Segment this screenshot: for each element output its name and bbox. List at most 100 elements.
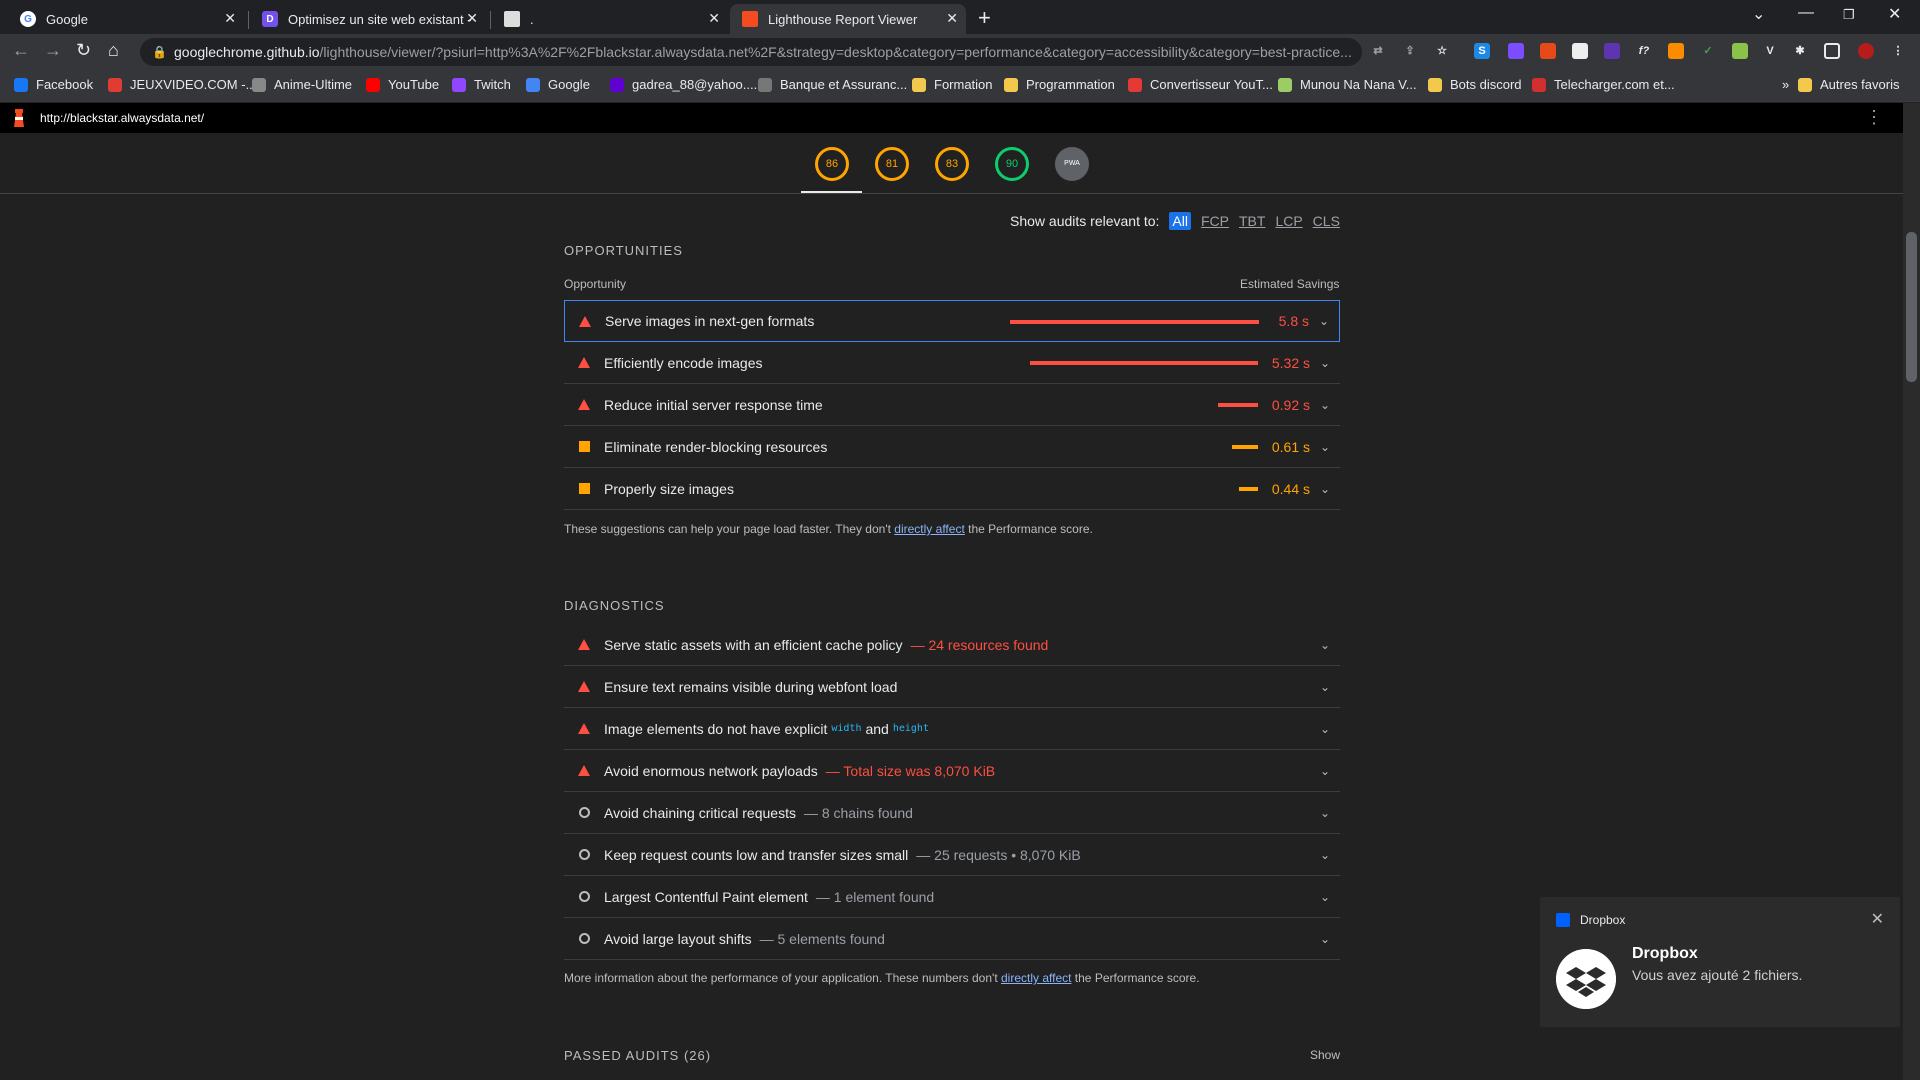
forward-button[interactable]: → xyxy=(44,40,62,61)
chevron-down-icon[interactable]: ⌄ xyxy=(1320,848,1330,862)
chevron-down-icon[interactable]: ⌄ xyxy=(1320,764,1330,778)
bookmark-item[interactable]: Convertisseur YouT... xyxy=(1128,77,1273,92)
close-tab-icon[interactable]: ✕ xyxy=(708,10,720,27)
chevron-down-icon[interactable]: ⌄ xyxy=(1320,482,1330,496)
scrollbar-thumb[interactable] xyxy=(1906,232,1917,382)
side-panel-icon[interactable] xyxy=(1824,43,1840,59)
chevron-down-icon[interactable]: ⌄ xyxy=(1320,806,1330,820)
other-bookmarks[interactable]: Autres favoris xyxy=(1798,77,1899,92)
diagnostic-row[interactable]: Serve static assets with an efficient ca… xyxy=(564,624,1340,666)
extension-f-icon[interactable]: f? xyxy=(1636,43,1652,59)
diagnostic-row[interactable]: Largest Contentful Paint element — 1 elem… xyxy=(564,876,1340,918)
minimize-button[interactable]: — xyxy=(1798,4,1814,22)
chevron-down-icon[interactable]: ⌄ xyxy=(1320,638,1330,652)
score-gauge[interactable]: 83 xyxy=(935,147,969,181)
extension-lighthouse-icon[interactable] xyxy=(1540,43,1556,59)
pwa-gauge[interactable]: PWA xyxy=(1055,147,1089,181)
diagnostic-row[interactable]: Image elements do not have explicit width… xyxy=(564,708,1340,750)
filter-all[interactable]: All xyxy=(1169,212,1191,230)
bookmark-star-icon[interactable]: ☆ xyxy=(1434,43,1450,59)
close-tab-icon[interactable]: ✕ xyxy=(946,10,958,27)
bookmarks-overflow-button[interactable]: » xyxy=(1782,77,1789,92)
extension-check-icon[interactable]: ✓ xyxy=(1700,43,1716,59)
dropbox-notification[interactable]: Dropbox ✕ Dropbox Vous avez ajouté 2 fic… xyxy=(1540,897,1900,1027)
chevron-down-icon[interactable]: ⌄ xyxy=(1320,680,1330,694)
diagnostic-row[interactable]: Avoid large layout shifts — 5 elements fo… xyxy=(564,918,1340,960)
chevron-down-icon[interactable]: ⌄ xyxy=(1320,440,1330,454)
show-passed-audits-button[interactable]: Show xyxy=(1310,1048,1340,1062)
diagnostic-row[interactable]: Avoid enormous network payloads — Total s… xyxy=(564,750,1340,792)
opportunity-row[interactable]: Serve images in next-gen formats 5.8 s ⌄ xyxy=(564,300,1340,342)
bookmark-item[interactable]: Twitch xyxy=(452,77,511,92)
tab-search-icon[interactable]: ⌄ xyxy=(1752,4,1765,24)
close-notification-icon[interactable]: ✕ xyxy=(1871,909,1884,929)
bookmark-item[interactable]: Google xyxy=(526,77,590,92)
extensions-puzzle-icon[interactable]: ✱ xyxy=(1792,43,1808,59)
bookmark-item[interactable]: Munou Na Nana V... xyxy=(1278,77,1417,92)
filter-tbt[interactable]: TBT xyxy=(1239,213,1265,229)
restore-button[interactable]: ❐ xyxy=(1843,7,1855,23)
note-text: the Performance score. xyxy=(964,522,1093,536)
home-button[interactable]: ⌂ xyxy=(108,40,119,61)
extension-pen-icon[interactable] xyxy=(1508,43,1524,59)
bookmark-item[interactable]: gadrea_88@yahoo.... xyxy=(610,77,757,92)
extension-green-icon[interactable] xyxy=(1732,43,1748,59)
tab-openclassrooms[interactable]: D Optimisez un site web existant - ✕ xyxy=(250,4,486,34)
report-menu-icon[interactable]: ⋮ xyxy=(1865,107,1883,128)
tab-lighthouse[interactable]: Lighthouse Report Viewer ✕ xyxy=(730,4,966,34)
chevron-down-icon[interactable]: ⌄ xyxy=(1320,356,1330,370)
bookmark-item[interactable]: YouTube xyxy=(366,77,439,92)
diagnostic-row[interactable]: Ensure text remains visible during webfo… xyxy=(564,666,1340,708)
opportunity-row[interactable]: Eliminate render-blocking resources 0.61 … xyxy=(564,426,1340,468)
close-tab-icon[interactable]: ✕ xyxy=(224,10,236,27)
chevron-down-icon[interactable]: ⌄ xyxy=(1320,932,1330,946)
extension-card-icon[interactable] xyxy=(1572,43,1588,59)
close-tab-icon[interactable]: ✕ xyxy=(466,10,478,27)
opportunity-row[interactable]: Efficiently encode images 5.32 s ⌄ xyxy=(564,342,1340,384)
menu-kebab-icon[interactable]: ⋮ xyxy=(1890,43,1906,59)
bookmark-icon xyxy=(108,77,122,92)
avatar[interactable] xyxy=(1858,43,1874,59)
filter-cls[interactable]: CLS xyxy=(1313,213,1340,229)
new-tab-button[interactable]: + xyxy=(978,5,991,31)
translate-icon[interactable]: ⇄ xyxy=(1370,43,1386,59)
extension-honey-icon[interactable] xyxy=(1668,43,1684,59)
tab-google[interactable]: G Google ✕ xyxy=(8,4,244,34)
share-icon[interactable]: ⇪ xyxy=(1402,43,1418,59)
bookmark-item[interactable]: JEUXVIDEO.COM -... xyxy=(108,77,256,92)
tab-title: Google xyxy=(46,11,88,27)
opportunity-row[interactable]: Reduce initial server response time 0.92 … xyxy=(564,384,1340,426)
extension-badge-icon[interactable] xyxy=(1604,43,1620,59)
diagnostic-row[interactable]: Avoid chaining critical requests — 8 chai… xyxy=(564,792,1340,834)
opportunity-row[interactable]: Properly size images 0.44 s ⌄ xyxy=(564,468,1340,510)
chevron-down-icon[interactable]: ⌄ xyxy=(1320,722,1330,736)
score-gauge[interactable]: 81 xyxy=(875,147,909,181)
bookmark-item[interactable]: Facebook xyxy=(14,77,93,92)
lock-icon[interactable]: 🔒 xyxy=(152,38,167,66)
directly-affect-link[interactable]: directly affect xyxy=(894,522,964,536)
bookmark-item[interactable]: Bots discord xyxy=(1428,77,1522,92)
tab-image[interactable]: . ✕ xyxy=(492,4,728,34)
chevron-down-icon[interactable]: ⌄ xyxy=(1320,398,1330,412)
diagnostic-row[interactable]: Keep request counts low and transfer siz… xyxy=(564,834,1340,876)
close-window-button[interactable]: ✕ xyxy=(1888,4,1901,24)
back-button[interactable]: ← xyxy=(12,40,30,61)
estimated-saving: 5.32 s xyxy=(1271,354,1310,371)
score-gauge[interactable]: 90 xyxy=(995,147,1029,181)
reload-button[interactable]: ↻ xyxy=(76,40,91,61)
filter-lcp[interactable]: LCP xyxy=(1275,213,1302,229)
bookmark-item[interactable]: Anime-Ultime xyxy=(252,77,352,92)
audit-detail: — 25 requests • 8,070 KiB xyxy=(916,846,1081,863)
bookmark-item[interactable]: Telecharger.com et... xyxy=(1532,77,1675,92)
extension-s-icon[interactable]: S xyxy=(1474,43,1490,59)
filter-fcp[interactable]: FCP xyxy=(1201,213,1229,229)
bookmark-item[interactable]: Formation xyxy=(912,77,993,92)
extension-v-icon[interactable]: V xyxy=(1762,43,1778,59)
bookmark-item[interactable]: Programmation xyxy=(1004,77,1115,92)
bookmark-item[interactable]: Banque et Assuranc... xyxy=(758,77,907,92)
chevron-down-icon[interactable]: ⌄ xyxy=(1319,314,1329,328)
score-gauge[interactable]: 86 xyxy=(815,147,849,181)
chevron-down-icon[interactable]: ⌄ xyxy=(1320,890,1330,904)
directly-affect-link[interactable]: directly affect xyxy=(1001,971,1071,985)
address-bar[interactable]: 🔒 googlechrome.github.io/lighthouse/view… xyxy=(140,38,1362,66)
